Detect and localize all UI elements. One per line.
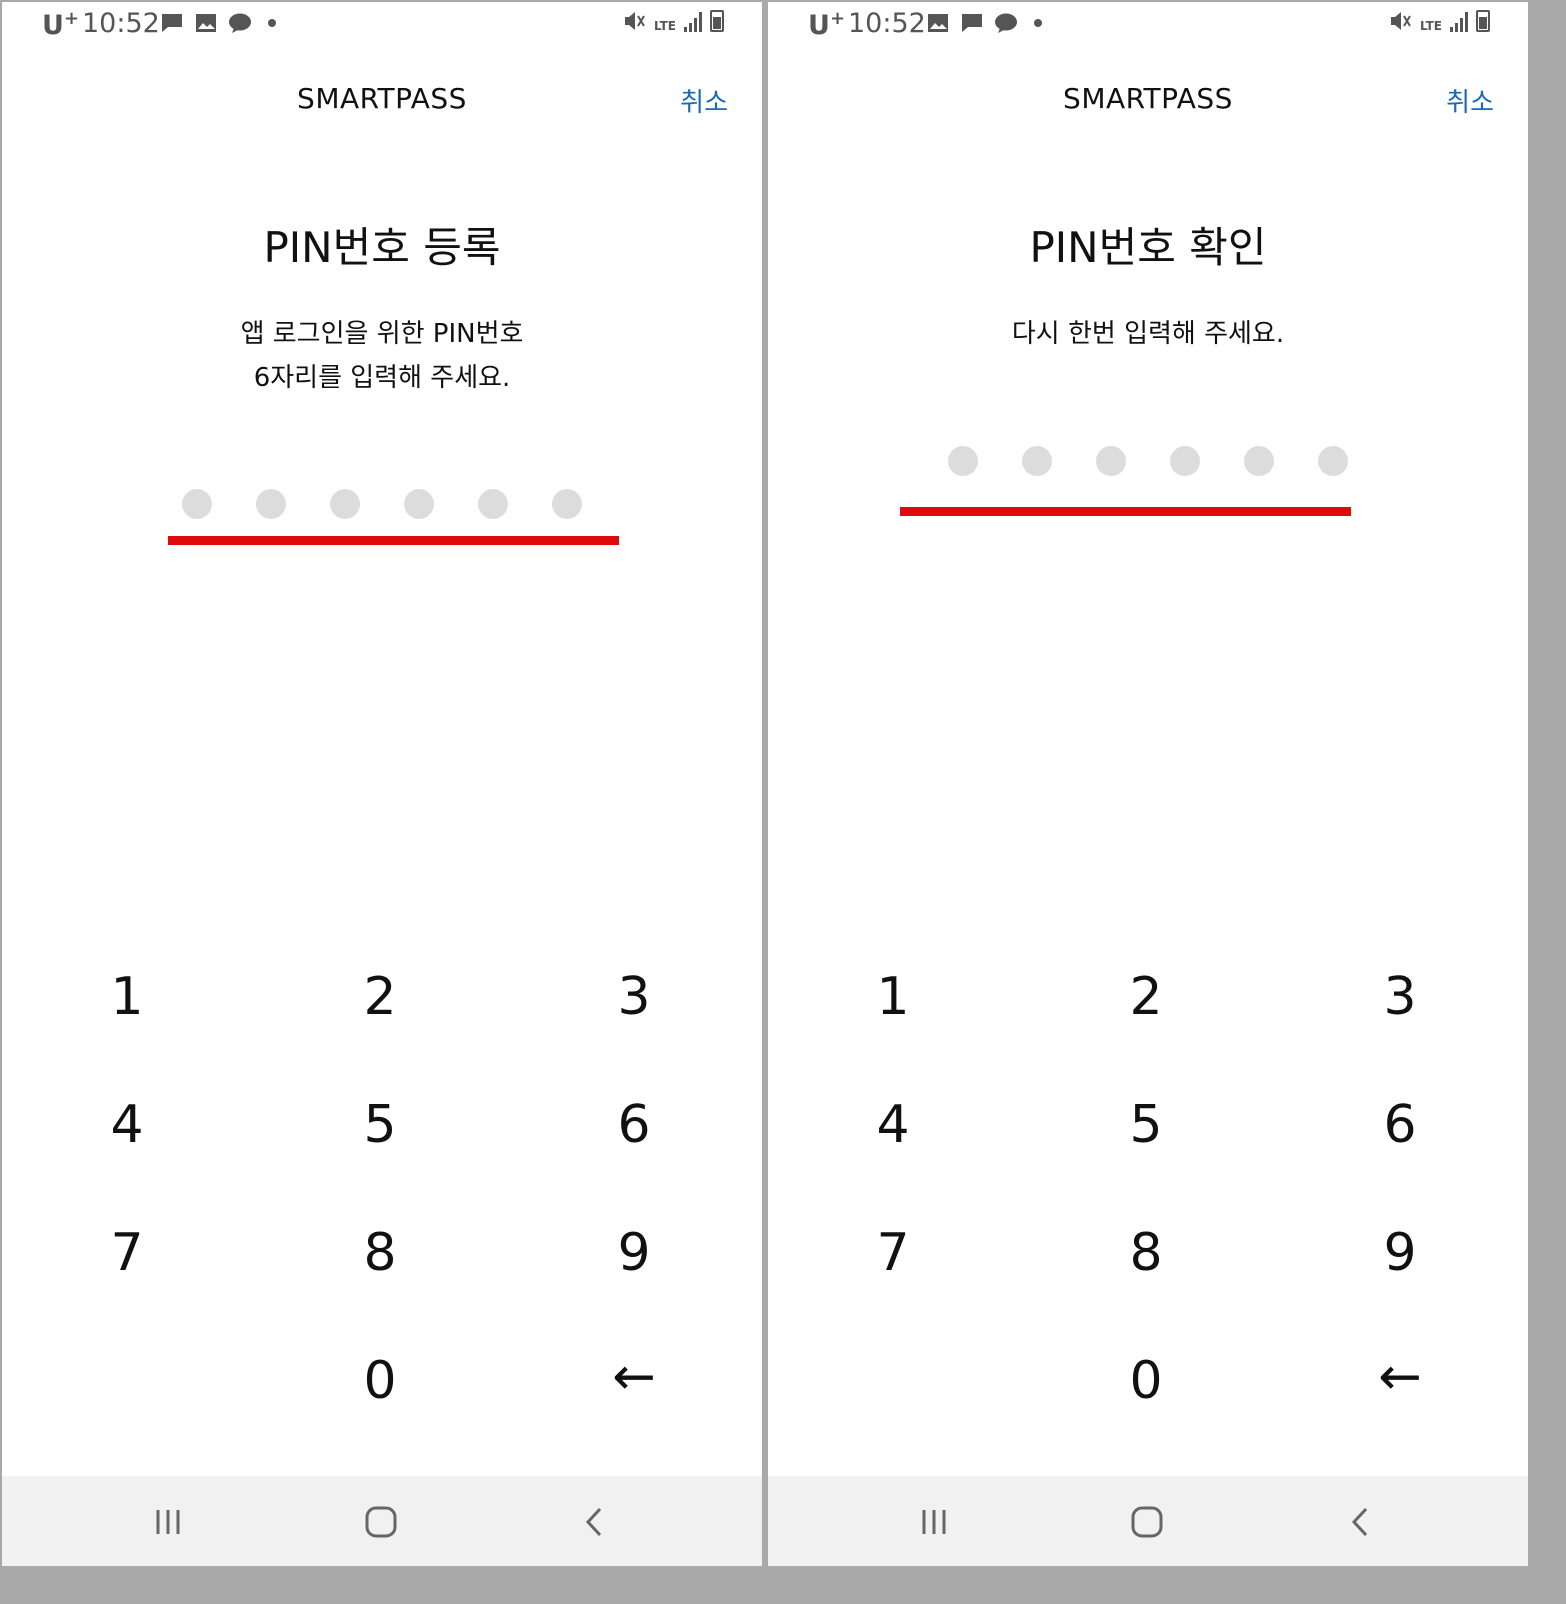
back-icon: [1351, 1507, 1368, 1537]
network-type-label: LTE: [653, 19, 676, 33]
app-title: SMARTPASS: [297, 82, 467, 115]
key-3[interactable]: 3: [1340, 942, 1460, 1052]
pin-indicator: [948, 446, 1348, 476]
pin-dot: [1318, 446, 1348, 476]
back-button[interactable]: [1340, 1502, 1380, 1542]
gallery-icon: [196, 14, 216, 32]
pin-dot: [330, 489, 360, 519]
instruction-line-1: 앱 로그인을 위한 PIN번호: [240, 319, 524, 349]
cancel-button[interactable]: 취소: [1446, 82, 1494, 119]
instruction-line-1: 다시 한번 입력해 주세요.: [1011, 319, 1285, 349]
home-icon: [365, 1506, 397, 1538]
pin-dot: [1022, 446, 1052, 476]
back-button[interactable]: [574, 1502, 614, 1542]
instruction-line-2: 6자리를 입력해 주세요.: [253, 363, 511, 393]
phone-screen-pin-register: U+ 10:52 LTE SMARTPASS 취소 PIN번호 등록 앱 로그인…: [2, 2, 762, 1566]
home-button[interactable]: [361, 1502, 401, 1542]
clock: 10:52: [848, 8, 926, 39]
mute-icon: [1390, 12, 1411, 30]
pin-dot: [478, 489, 508, 519]
system-nav-bar: [2, 1476, 762, 1566]
status-bar: U+ 10:52 LTE: [2, 2, 762, 52]
key-2[interactable]: 2: [320, 942, 440, 1052]
app-title: SMARTPASS: [1063, 82, 1233, 115]
key-0[interactable]: 0: [1086, 1326, 1206, 1436]
key-0[interactable]: 0: [320, 1326, 440, 1436]
key-8[interactable]: 8: [1086, 1198, 1206, 1308]
talk-icon: [229, 13, 251, 33]
pin-dot: [182, 489, 212, 519]
signal-icon: [684, 12, 702, 32]
more-notifications-icon: [268, 19, 276, 27]
page-title: PIN번호 등록: [263, 223, 501, 272]
key-1[interactable]: 1: [833, 942, 953, 1052]
pin-indicator: [182, 489, 582, 519]
carrier-label: U+: [42, 8, 80, 41]
home-button[interactable]: [1127, 1502, 1167, 1542]
key-5[interactable]: 5: [1086, 1070, 1206, 1180]
key-2[interactable]: 2: [1086, 942, 1206, 1052]
pin-dot: [948, 446, 978, 476]
key-3[interactable]: 3: [574, 942, 694, 1052]
clock: 10:52: [82, 8, 160, 39]
pin-dot: [1170, 446, 1200, 476]
key-4[interactable]: 4: [833, 1070, 953, 1180]
recent-apps-icon: [156, 1510, 180, 1534]
pin-underline: [900, 507, 1351, 516]
key-6[interactable]: 6: [574, 1070, 694, 1180]
home-icon: [1131, 1506, 1163, 1538]
message-icon: [162, 14, 182, 32]
message-icon: [962, 14, 982, 32]
key-7[interactable]: 7: [67, 1198, 187, 1308]
key-9[interactable]: 9: [574, 1198, 694, 1308]
pin-dot: [552, 489, 582, 519]
key-5[interactable]: 5: [320, 1070, 440, 1180]
status-bar: U+ 10:52 LTE: [768, 2, 1528, 52]
pin-dot: [1096, 446, 1126, 476]
recent-apps-button[interactable]: [914, 1502, 954, 1542]
instruction-text: 다시 한번 입력해 주세요.: [768, 312, 1528, 356]
pin-dot: [256, 489, 286, 519]
key-8[interactable]: 8: [320, 1198, 440, 1308]
key-1[interactable]: 1: [67, 942, 187, 1052]
recent-apps-icon: [922, 1510, 946, 1534]
key-7[interactable]: 7: [833, 1198, 953, 1308]
pin-underline: [168, 536, 619, 545]
instruction-text: 앱 로그인을 위한 PIN번호 6자리를 입력해 주세요.: [2, 312, 762, 400]
screenshot-container: U+ 10:52 LTE SMARTPASS 취소 PIN번호 등록 앱 로그인…: [0, 0, 1531, 1568]
mute-icon: [624, 12, 645, 30]
more-notifications-icon: [1034, 19, 1042, 27]
number-keypad: 1 2 3 4 5 6 7 8 9 0 ←: [2, 932, 762, 1452]
signal-icon: [1450, 12, 1468, 32]
battery-icon: [710, 10, 724, 32]
key-9[interactable]: 9: [1340, 1198, 1460, 1308]
carrier-label: U+: [808, 8, 846, 41]
recent-apps-button[interactable]: [148, 1502, 188, 1542]
backspace-key[interactable]: ←: [574, 1322, 694, 1432]
gallery-icon: [928, 14, 948, 32]
system-nav-bar: [768, 1476, 1528, 1566]
battery-icon: [1476, 10, 1490, 32]
page-title: PIN번호 확인: [1029, 223, 1267, 272]
key-6[interactable]: 6: [1340, 1070, 1460, 1180]
back-icon: [585, 1507, 602, 1537]
phone-screen-pin-confirm: U+ 10:52 LTE SMARTPASS 취소 PIN번호 확인 다시 한번…: [768, 2, 1528, 1566]
pin-dot: [404, 489, 434, 519]
backspace-key[interactable]: ←: [1340, 1322, 1460, 1432]
key-4[interactable]: 4: [67, 1070, 187, 1180]
cancel-button[interactable]: 취소: [680, 82, 728, 119]
network-type-label: LTE: [1419, 19, 1442, 33]
number-keypad: 1 2 3 4 5 6 7 8 9 0 ←: [768, 932, 1528, 1452]
talk-icon: [995, 13, 1017, 33]
pin-dot: [1244, 446, 1274, 476]
